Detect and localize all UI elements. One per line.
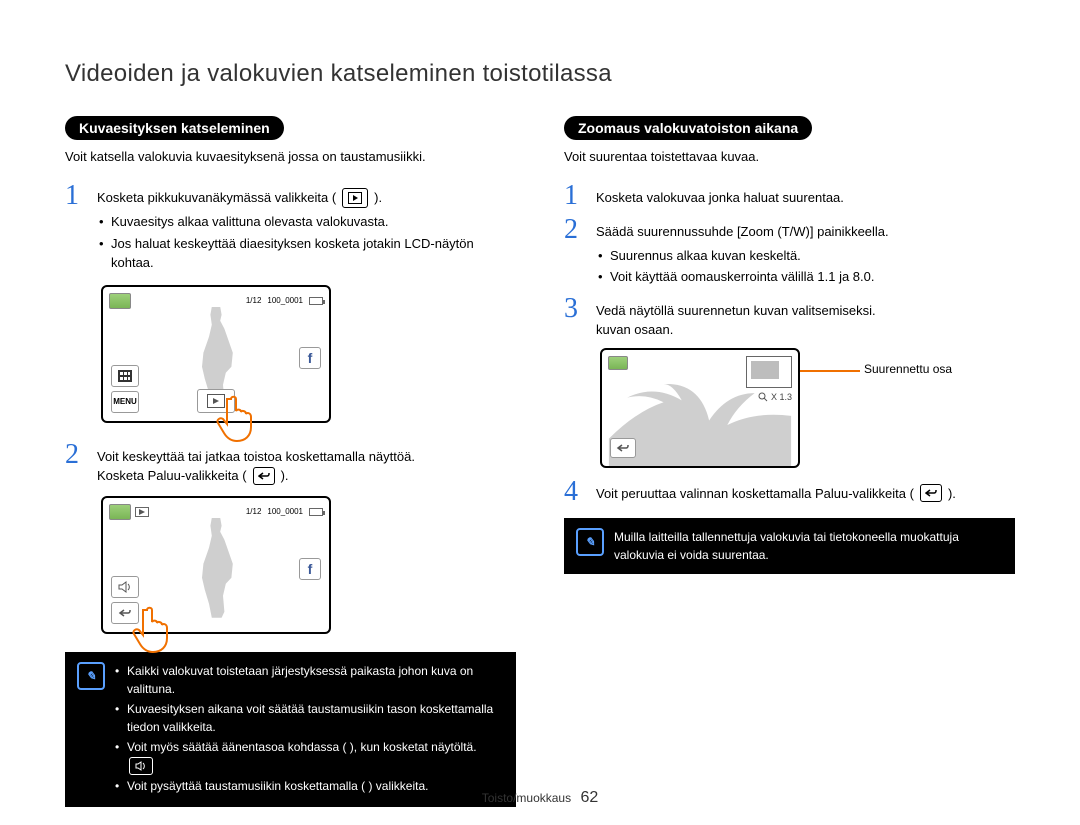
right-step-2: 2 Säädä suurennussuhde [Zoom (T/W)] pain… xyxy=(564,216,1015,289)
battery-icon xyxy=(309,508,323,516)
touch-hand-icon xyxy=(129,604,173,654)
photo-thumb-icon xyxy=(109,504,131,520)
facebook-icon: f xyxy=(299,558,321,580)
grid-button[interactable] xyxy=(111,365,139,387)
bullet: Voit käyttää oomauskerrointa välillä 1.1… xyxy=(596,267,1015,287)
note-item: Kuvaesityksen aikana voit säätää taustam… xyxy=(115,700,504,736)
right-intro: Voit suurentaa toistettavaa kuvaa. xyxy=(564,148,1015,166)
photo-thumb-icon xyxy=(608,356,628,370)
step-number: 2 xyxy=(564,216,586,244)
bullet: Jos haluat keskeyttää diaesityksen koske… xyxy=(97,234,516,273)
footer-page-number: 62 xyxy=(580,789,598,806)
step4-post: ). xyxy=(948,484,956,504)
callout-line xyxy=(800,370,860,372)
right-note: ✎ Muilla laitteilla tallennettuja valoku… xyxy=(564,518,1015,574)
step-number: 2 xyxy=(65,441,87,469)
silhouette-icon xyxy=(181,518,251,618)
speaker-icon xyxy=(129,757,153,775)
right-heading-pill: Zoomaus valokuvatoiston aikana xyxy=(564,116,812,140)
filename: 100_0001 xyxy=(267,296,303,305)
note-icon: ✎ xyxy=(576,528,604,556)
step-number: 4 xyxy=(564,478,586,506)
note-icon: ✎ xyxy=(77,662,105,690)
callout-label: Suurennettu osa xyxy=(864,362,952,376)
lcd-mock-2: 1/12 100_0001 f xyxy=(101,496,331,634)
bullet: Suurennus alkaa kuvan keskeltä. xyxy=(596,246,1015,266)
filename: 100_0001 xyxy=(267,507,303,516)
step-number: 1 xyxy=(564,182,586,210)
step4-pre: Voit peruuttaa valinnan koskettamalla Pa… xyxy=(596,484,914,504)
counter: 1/12 xyxy=(246,507,262,516)
right-column: Zoomaus valokuvatoiston aikana Voit suur… xyxy=(564,116,1015,807)
step2-line1: Säädä suurennussuhde [Zoom (T/W)] painik… xyxy=(596,222,1015,242)
step1-text: Kosketa pikkukuvanäkymässä valikkeita ( xyxy=(97,188,336,208)
battery-icon xyxy=(309,297,323,305)
back-icon xyxy=(920,484,942,502)
right-step-3: 3 Vedä näytöllä suurennetun kuvan valits… xyxy=(564,295,1015,340)
left-note: ✎ Kaikki valokuvat toistetaan järjestyks… xyxy=(65,652,516,807)
menu-button[interactable]: MENU xyxy=(111,391,139,413)
right-step-4: 4 Voit peruuttaa valinnan koskettamalla … xyxy=(564,478,1015,506)
slideshow-play-icon xyxy=(342,188,368,208)
left-step-2: 2 Voit keskeyttää tai jatkaa toistoa kos… xyxy=(65,441,516,486)
step3-line1: Vedä näytöllä suurennetun kuvan valitsem… xyxy=(596,301,1015,321)
step2-line1: Voit keskeyttää tai jatkaa toistoa koske… xyxy=(97,447,516,467)
left-intro: Voit katsella valokuvia kuvaesityksenä j… xyxy=(65,148,516,166)
zoom-minimap-viewport xyxy=(751,361,779,379)
note-item: Kaikki valokuvat toistetaan järjestykses… xyxy=(115,662,504,698)
note-text: Muilla laitteilla tallennettuja valokuvi… xyxy=(614,528,1003,564)
page-footer: Toisto/muokkaus 62 xyxy=(0,789,1080,807)
footer-section: Toisto/muokkaus xyxy=(482,791,571,805)
step2-line2-post: ). xyxy=(281,466,289,486)
bullet: Kuvaesitys alkaa valittuna olevasta valo… xyxy=(97,212,516,232)
right-step-1: 1 Kosketa valokuvaa jonka haluat suurent… xyxy=(564,182,1015,210)
speaker-button[interactable] xyxy=(111,576,139,598)
step3-line2: kuvan osaan. xyxy=(596,320,1015,340)
photo-thumb-icon xyxy=(109,293,131,309)
note-item: Voit myös säätää äänentasoa kohdassa ( )… xyxy=(115,738,504,775)
zoom-lcd-mock: X 1.3 xyxy=(600,348,800,468)
step2-line2-pre: Kosketa Paluu-valikkeita ( xyxy=(97,466,247,486)
back-icon xyxy=(253,467,275,485)
step1-text: Kosketa valokuvaa jonka haluat suurentaa… xyxy=(596,190,844,205)
back-button[interactable] xyxy=(610,438,636,458)
facebook-icon: f xyxy=(299,347,321,369)
step-number: 1 xyxy=(65,182,87,210)
page-title: Videoiden ja valokuvien katseleminen toi… xyxy=(65,60,1015,88)
left-step-1: 1 Kosketa pikkukuvanäkymässä valikkeita … xyxy=(65,182,516,275)
step-number: 3 xyxy=(564,295,586,323)
lcd-mock-1: 1/12 100_0001 f MENU xyxy=(101,285,331,423)
left-column: Kuvaesityksen katseleminen Voit katsella… xyxy=(65,116,516,807)
touch-hand-icon xyxy=(213,393,257,443)
left-heading-pill: Kuvaesityksen katseleminen xyxy=(65,116,284,140)
step1-text-after: ). xyxy=(374,188,382,208)
counter: 1/12 xyxy=(246,296,262,305)
step1-bullets: Kuvaesitys alkaa valittuna olevasta valo… xyxy=(97,212,516,273)
